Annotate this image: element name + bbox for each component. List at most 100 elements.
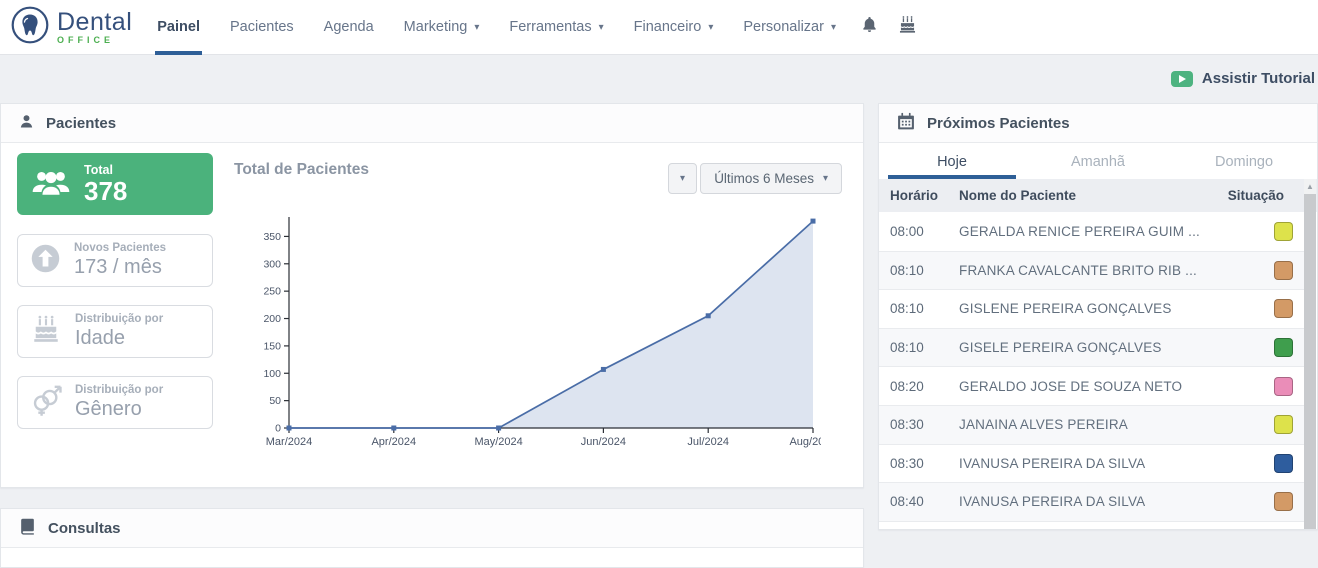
total-patients-box[interactable]: Total 378 [17,153,213,215]
status-badge[interactable] [1274,377,1293,396]
brand-logo[interactable]: Dental OFFICE [0,5,142,50]
status-badge[interactable] [1274,454,1293,473]
table-row[interactable]: 08:10FRANKA CAVALCANTE BRITO RIB ... [879,251,1304,290]
brand-name: Dental [57,10,132,35]
caret-down-icon: ▾ [708,22,713,33]
appointment-time: 08:10 [879,340,959,355]
birthdays-button[interactable] [888,14,927,40]
stat-box-idade[interactable]: Distribuição porIdade [17,305,213,358]
svg-text:Jun/2024: Jun/2024 [581,436,626,448]
brand-subtitle: OFFICE [57,36,132,45]
person-icon [18,113,35,134]
status-badge[interactable] [1274,492,1293,511]
table-row-partial [879,521,1304,530]
nav-item-label: Painel [157,19,200,35]
bell-icon [860,15,879,39]
table-scrollbar[interactable]: ▲ [1304,179,1316,529]
nav-item-label: Agenda [324,19,374,35]
table-row[interactable]: 08:00GERALDA RENICE PEREIRA GUIM ... [879,212,1304,251]
birthday-cake-icon [897,14,918,40]
status-badge[interactable] [1274,338,1293,357]
status-badge[interactable] [1274,222,1293,241]
appointment-time: 08:30 [879,417,959,432]
table-row[interactable]: 08:10GISELE PEREIRA GONÇALVES [879,328,1304,367]
patient-name: GISELE PEREIRA GONÇALVES [959,340,1274,355]
stat-value: Idade [75,327,163,350]
stat-label: Distribuição por [75,384,163,397]
watch-tutorial-link[interactable]: Assistir Tutorial [1171,70,1315,87]
nav-item-label: Pacientes [230,19,294,35]
nav-item-marketing[interactable]: Marketing▾ [389,0,495,55]
stat-label: Novos Pacientes [74,242,166,255]
calendar-icon [896,111,916,135]
patient-name: IVANUSA PEREIRA DA SILVA [959,494,1274,509]
day-tabs: HojeAmanhãDomingo [879,144,1317,179]
main-nav: PainelPacientesAgendaMarketing▾Ferrament… [142,0,851,55]
notifications-bell-button[interactable] [851,15,888,39]
nav-item-financeiro[interactable]: Financeiro ▾ [619,0,729,55]
nav-item-label: Personalizar [743,19,824,35]
patient-name: JANAINA ALVES PEREIRA [959,417,1274,432]
chart-title: Total de Pacientes [234,161,369,179]
table-row[interactable]: 08:10GISLENE PEREIRA GONÇALVES [879,289,1304,328]
patient-name: GISLENE PEREIRA GONÇALVES [959,301,1274,316]
nav-item-personalizar[interactable]: Personalizar ▾ [728,0,851,55]
appointment-time: 08:10 [879,263,959,278]
svg-text:300: 300 [263,258,281,270]
svg-text:Aug/2024: Aug/2024 [789,436,821,448]
caret-down-icon: ▾ [823,173,828,184]
nav-item-label: Financeiro [634,19,702,35]
tab-domingo[interactable]: Domingo [1171,144,1317,179]
patients-panel-title: Pacientes [46,115,116,132]
svg-text:Jul/2024: Jul/2024 [687,436,729,448]
tab-amanha[interactable]: Amanhã [1025,144,1171,179]
svg-text:150: 150 [263,340,281,352]
book-icon [18,517,37,540]
table-row[interactable]: 08:40IVANUSA PEREIRA DA SILVA [879,482,1304,521]
consultas-panel-title: Consultas [48,520,121,537]
upcoming-table-header: Horário Nome do Paciente Situação [879,179,1317,212]
total-patients-chart: 050100150200250300350Mar/2024Apr/2024May… [251,204,821,454]
status-badge[interactable] [1274,299,1293,318]
svg-text:200: 200 [263,313,281,325]
chart-options-dropdown[interactable]: ▾ [668,163,697,194]
appointment-time: 08:30 [879,456,959,471]
table-row[interactable]: 08:30IVANUSA PEREIRA DA SILVA [879,444,1304,483]
svg-text:Apr/2024: Apr/2024 [371,436,416,448]
tab-hoje[interactable]: Hoje [879,144,1025,179]
table-row[interactable]: 08:20GERALDO JOSE DE SOUZA NETO [879,366,1304,405]
appointment-time: 08:40 [879,494,959,509]
column-header-time: Horário [879,188,959,203]
caret-down-icon: ▾ [831,22,836,33]
svg-text:0: 0 [275,423,281,435]
total-value: 378 [84,178,127,205]
date-range-dropdown[interactable]: Últimos 6 Meses ▾ [700,163,842,194]
table-row[interactable]: 08:30JANAINA ALVES PEREIRA [879,405,1304,444]
svg-text:50: 50 [269,395,281,407]
upcoming-panel-title: Próximos Pacientes [927,115,1070,132]
scrollbar-thumb[interactable] [1304,194,1316,529]
stat-value: 173 / mês [74,256,166,279]
stat-box-genero[interactable]: Distribuição porGênero [17,376,213,429]
nav-item-label: Marketing [404,19,468,35]
date-range-label: Últimos 6 Meses [714,171,814,186]
top-navbar: Dental OFFICE Painel Pacientes Agenda Marke… [0,0,1318,55]
patients-panel-header: Pacientes [1,104,863,143]
gender-icon [29,383,63,422]
appointment-time: 08:00 [879,224,959,239]
patient-name: FRANKA CAVALCANTE BRITO RIB ... [959,263,1274,278]
status-badge[interactable] [1274,415,1293,434]
svg-text:100: 100 [263,368,281,380]
scroll-up-arrow-icon[interactable]: ▲ [1306,179,1314,194]
svg-text:Mar/2024: Mar/2024 [266,436,312,448]
stat-box-173mes[interactable]: Novos Pacientes173 / mês [17,234,213,287]
status-badge[interactable] [1274,261,1293,280]
nav-item-ferramentas[interactable]: Ferramentas▾ [494,0,618,55]
caret-down-icon: ▾ [680,173,685,184]
nav-item-agenda[interactable]: Agenda [309,0,389,55]
upcoming-patients-panel: Próximos Pacientes HojeAmanhãDomingo Hor… [878,103,1318,530]
patients-panel: Pacientes Total 378 Novos Pacientes173 /… [0,103,864,488]
appointment-time: 08:10 [879,301,959,316]
nav-item-pacientes[interactable]: Pacientes [215,0,309,55]
nav-item-painel[interactable]: Painel [142,0,215,55]
